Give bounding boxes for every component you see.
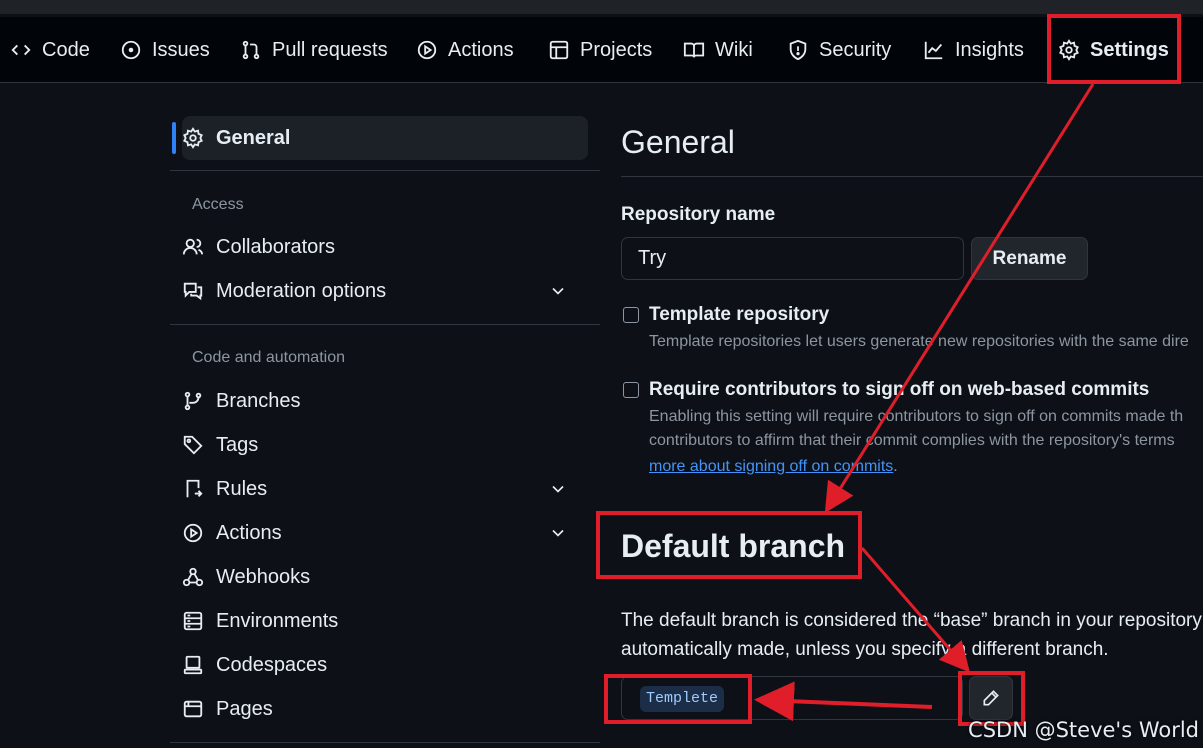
sidebar-item-rules[interactable]: Rules [182, 469, 588, 509]
tab-actions-label: Actions [448, 38, 514, 61]
issue-icon [121, 40, 141, 60]
divider [170, 170, 600, 171]
browser-icon [183, 700, 203, 718]
divider [170, 324, 600, 325]
sidebar-item-label: Moderation options [216, 279, 387, 302]
play-icon [417, 40, 437, 60]
tab-issues[interactable]: Issues [120, 17, 210, 83]
sidebar-item-label: Actions [216, 521, 282, 544]
sidebar-item-moderation[interactable]: Moderation options [182, 271, 588, 311]
tag-icon [183, 435, 203, 455]
sidebar-item-label: Pages [216, 697, 273, 720]
sidebar-item-general[interactable]: General [182, 118, 588, 158]
chevron-down-icon[interactable] [548, 281, 568, 301]
divider [170, 742, 600, 743]
sidebar-item-codespaces[interactable]: Codespaces [182, 645, 588, 685]
sidebar-item-branches[interactable]: Branches [182, 381, 588, 421]
default-branch-description: The default branch is considered the “ba… [621, 606, 1202, 664]
webhook-icon [182, 567, 204, 587]
pull-request-icon [242, 40, 260, 60]
default-branch-field: Templete [621, 676, 963, 720]
section-heading-access: Access [192, 196, 244, 213]
sidebar-item-collaborators[interactable]: Collaborators [182, 227, 588, 267]
chevron-down-icon[interactable] [548, 523, 568, 543]
chevron-down-icon[interactable] [548, 479, 568, 499]
rename-button[interactable]: Rename [971, 237, 1088, 280]
sidebar-item-tags[interactable]: Tags [182, 425, 588, 465]
divider [621, 176, 1203, 177]
git-branch-icon [184, 391, 202, 411]
sidebar-item-environments[interactable]: Environments [182, 601, 588, 641]
require-signoff-description-line1: Enabling this setting will require contr… [649, 408, 1184, 425]
sidebar-item-actions[interactable]: Actions [182, 513, 588, 553]
default-branch-title: Default branch [621, 528, 846, 564]
edit-default-branch-button[interactable] [969, 676, 1013, 720]
signing-off-link[interactable]: more about signing off on commits [649, 458, 893, 475]
template-repository-checkbox[interactable] [623, 307, 639, 323]
repository-name-input[interactable] [621, 237, 964, 280]
repository-name-label: Repository name [621, 204, 776, 225]
active-indicator [172, 122, 176, 154]
sidebar-item-label: Tags [216, 433, 259, 456]
code-icon [11, 44, 31, 56]
branch-name-chip: Templete [640, 686, 725, 712]
play-icon [183, 523, 203, 543]
comment-discussion-icon [183, 282, 203, 301]
template-repository-description: Template repositories let users generate… [649, 333, 1189, 350]
people-icon [182, 238, 204, 255]
require-signoff-checkbox[interactable] [623, 382, 639, 398]
tab-pull-requests[interactable]: Pull requests [240, 17, 388, 83]
sidebar-item-webhooks[interactable]: Webhooks [182, 557, 588, 597]
template-repository-title: Template repository [649, 304, 830, 325]
default-branch-description-line2: automatically made, unless you specify a… [621, 639, 1109, 660]
sidebar-item-label: Webhooks [216, 565, 311, 588]
tab-pull-requests-label: Pull requests [272, 38, 388, 61]
sidebar-item-label: Rules [216, 477, 268, 500]
require-signoff-link-line: more about signing off on commits. [649, 455, 898, 479]
sidebar-item-label: Branches [216, 389, 301, 412]
tab-code-label: Code [42, 38, 90, 61]
require-signoff-title: Require contributors to sign off on web-… [649, 379, 1150, 400]
period: . [893, 458, 898, 475]
tab-actions[interactable]: Actions [416, 17, 514, 83]
page-title: General [621, 124, 735, 160]
pencil-icon [983, 690, 999, 706]
sidebar-item-label: Environments [216, 609, 339, 632]
tab-code[interactable]: Code [10, 17, 90, 83]
require-signoff-description-line2: contributors to affirm that their commit… [649, 432, 1175, 449]
codespaces-icon [183, 655, 203, 675]
server-icon [183, 611, 203, 631]
table-icon [549, 40, 569, 60]
rules-icon [186, 479, 203, 498]
sidebar-item-label: General [216, 126, 291, 149]
tab-issues-label: Issues [152, 38, 210, 61]
sidebar-item-label: Collaborators [216, 235, 335, 258]
gear-icon [183, 127, 203, 149]
sidebar-item-label: Codespaces [216, 653, 328, 676]
settings-main: General Repository name Rename Template … [621, 0, 1203, 748]
default-branch-description-line1: The default branch is considered the “ba… [621, 610, 1202, 631]
sidebar-item-pages[interactable]: Pages [182, 689, 588, 729]
section-heading-code-automation: Code and automation [192, 349, 345, 366]
watermark: CSDN @Steve's World [968, 718, 1199, 742]
